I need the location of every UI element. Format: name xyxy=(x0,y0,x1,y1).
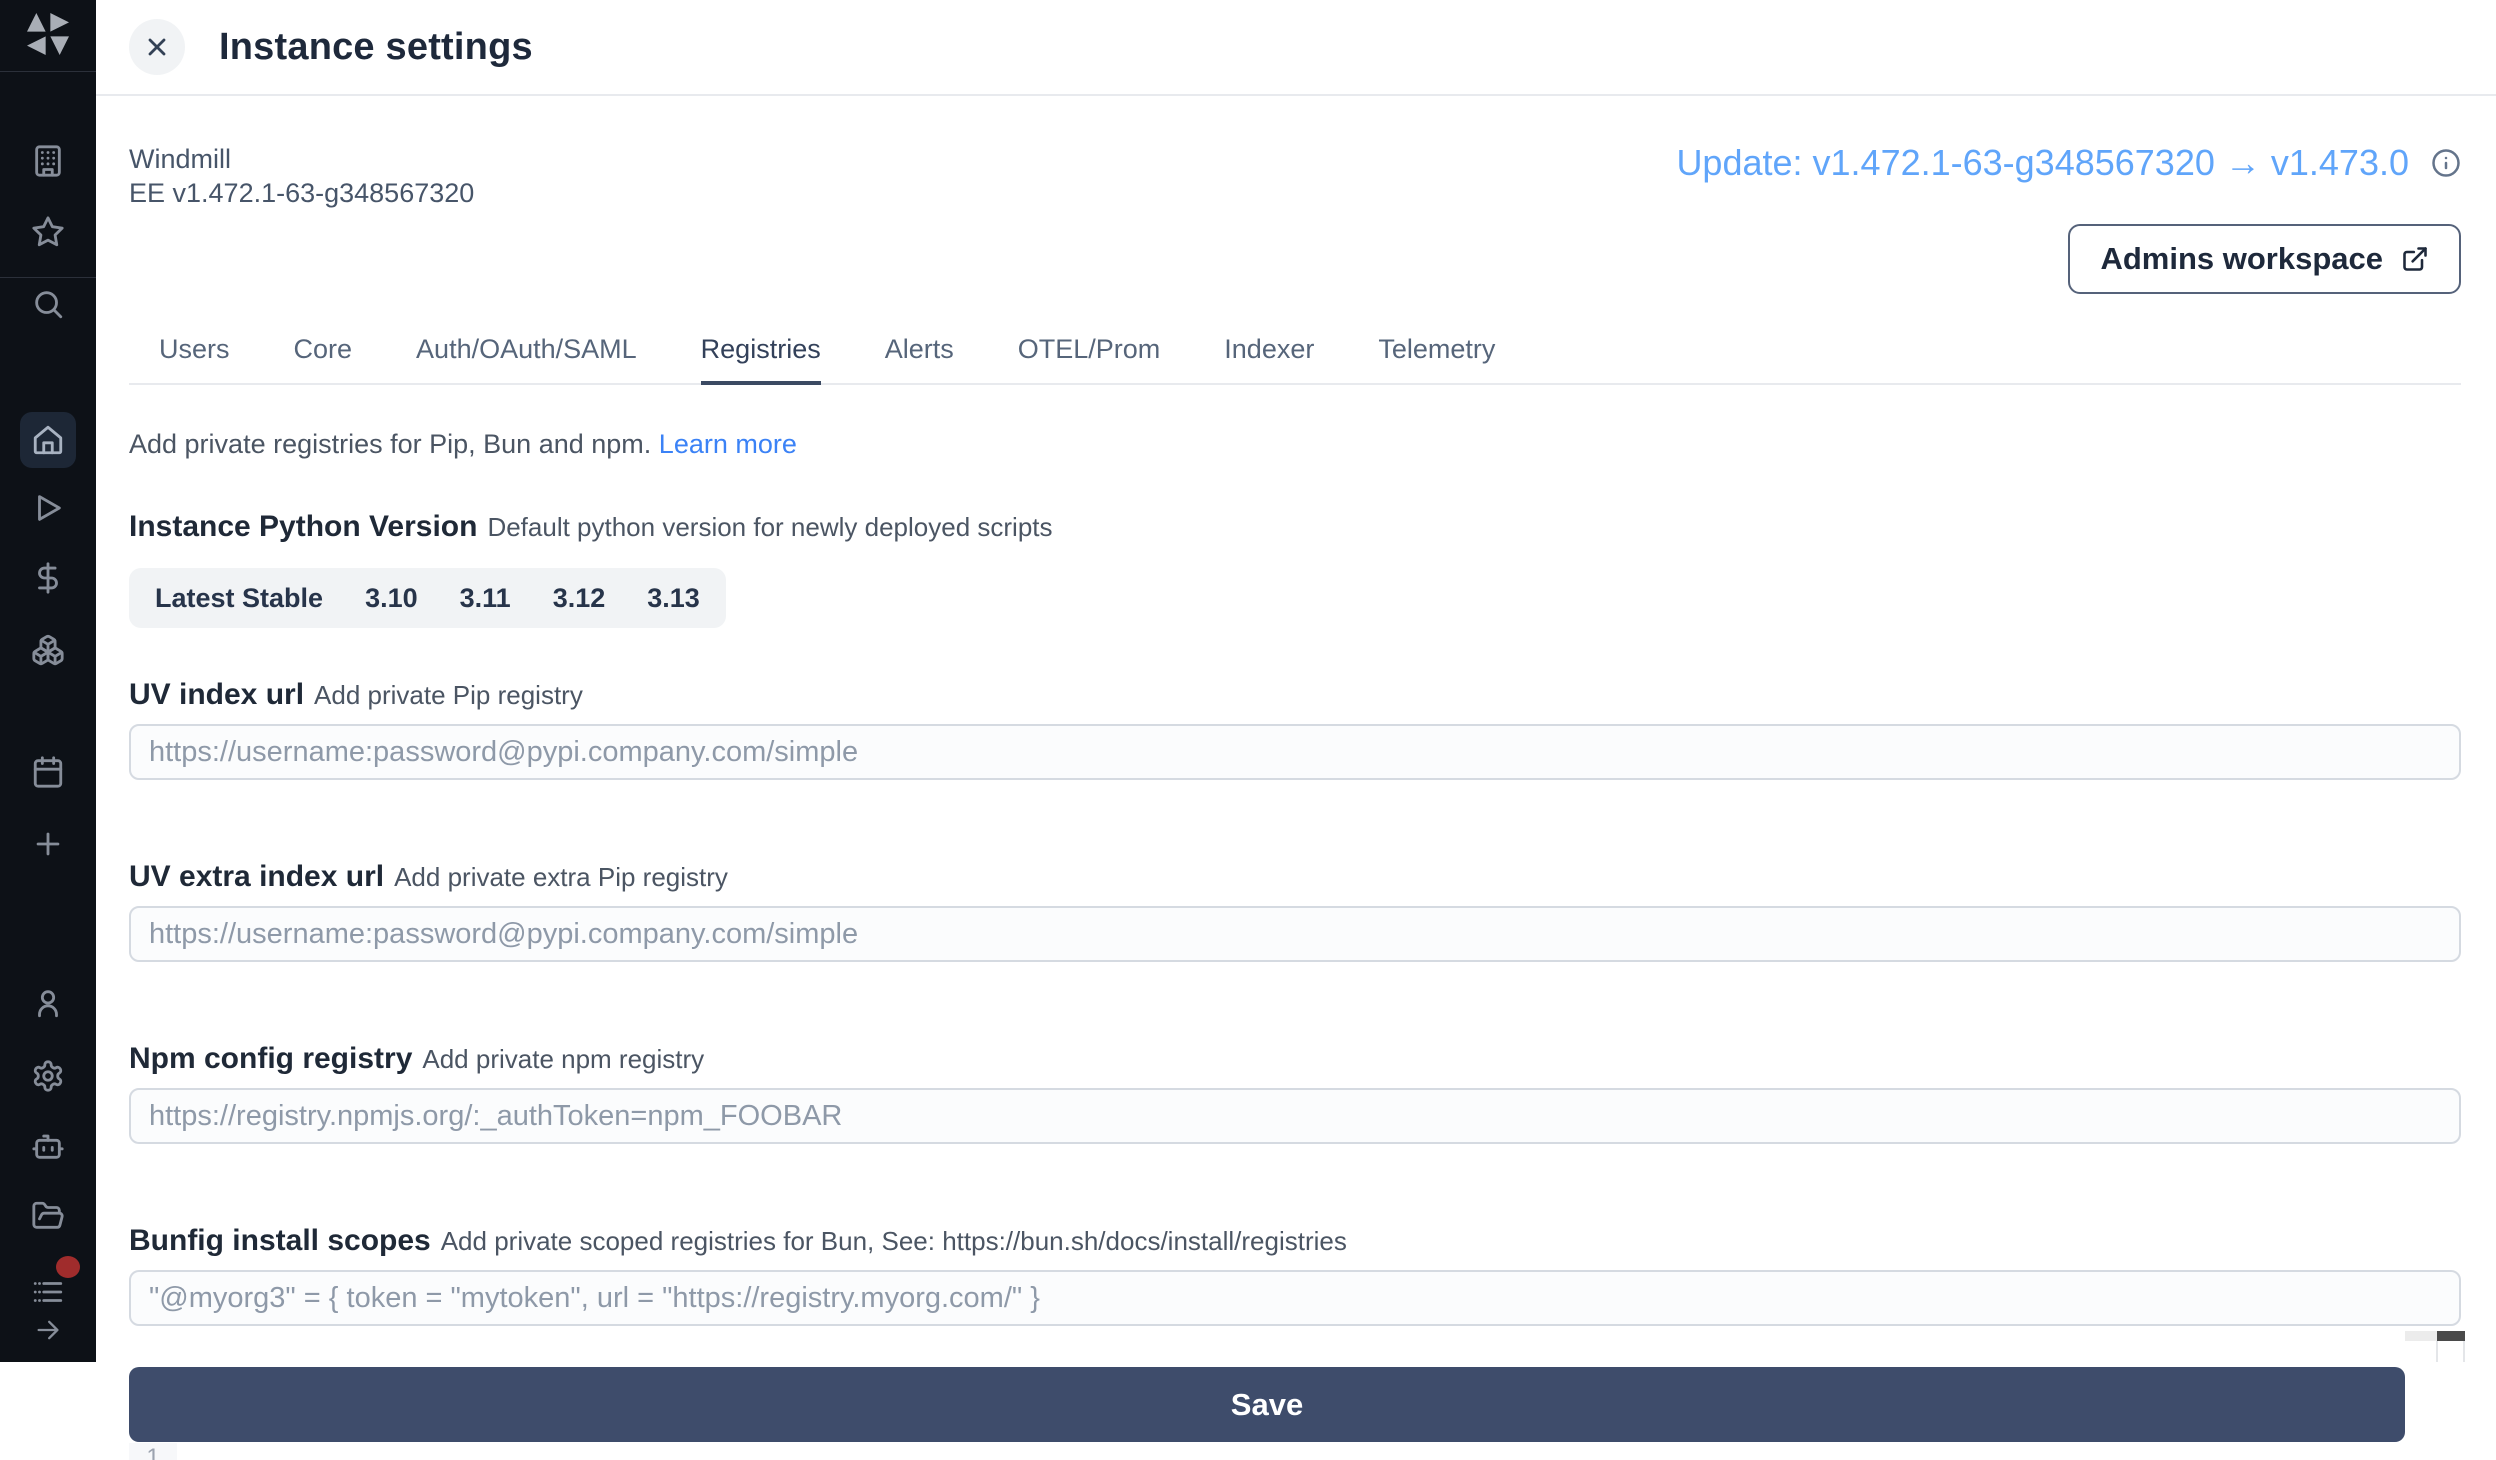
editor-border xyxy=(2463,1341,2465,1362)
settings-tabs: Users Core Auth/OAuth/SAML Registries Al… xyxy=(129,334,2461,385)
admins-workspace-button[interactable]: Admins workspace xyxy=(2068,224,2461,294)
npm-config-registry-label: Npm config registry xyxy=(129,1042,412,1075)
scrollbar-track xyxy=(2405,1331,2438,1341)
external-link-icon xyxy=(2401,245,2429,273)
editor-line-number-gutter: 1 xyxy=(129,1443,177,1460)
npm-config-registry-hint: Add private npm registry xyxy=(422,1044,704,1074)
product-name: Windmill xyxy=(129,142,474,176)
info-icon[interactable] xyxy=(2431,148,2461,178)
tab-registries[interactable]: Registries xyxy=(701,334,821,385)
favorites-star-icon[interactable] xyxy=(30,214,66,250)
python-option-3-10[interactable]: 3.10 xyxy=(365,583,418,614)
scrollbar-handle[interactable] xyxy=(2437,1331,2465,1341)
variables-dollar-icon[interactable] xyxy=(30,560,66,596)
sidebar-item-home[interactable] xyxy=(20,412,76,468)
workers-robot-icon[interactable] xyxy=(30,1128,66,1164)
sidebar xyxy=(0,0,96,1362)
user-icon[interactable] xyxy=(30,985,66,1021)
uv-index-url-input[interactable] xyxy=(129,724,2461,780)
close-icon[interactable] xyxy=(129,19,185,75)
workspace-building-icon[interactable] xyxy=(30,143,66,179)
python-option-3-11[interactable]: 3.11 xyxy=(460,583,511,614)
tab-core[interactable]: Core xyxy=(294,334,353,385)
editor-border xyxy=(2436,1341,2438,1362)
uv-index-url-hint: Add private Pip registry xyxy=(314,680,583,710)
learn-more-link[interactable]: Learn more xyxy=(659,429,797,459)
sidebar-divider xyxy=(0,277,96,278)
save-button[interactable]: Save xyxy=(129,1367,2405,1442)
update-version-link[interactable]: Update: v1.472.1-63-g348567320 → v1.473.… xyxy=(1676,142,2409,184)
folders-icon[interactable] xyxy=(30,1198,66,1234)
settings-gear-icon[interactable] xyxy=(30,1058,66,1094)
bunfig-install-scopes-input[interactable] xyxy=(129,1270,2461,1326)
edition-version: EE v1.472.1-63-g348567320 xyxy=(129,176,474,210)
python-version-selector: Latest Stable 3.10 3.11 3.12 3.13 xyxy=(129,568,726,628)
panel-header: Instance settings xyxy=(96,0,2496,96)
uv-extra-index-url-label: UV extra index url xyxy=(129,860,384,893)
instance-settings-panel: Instance settings Windmill EE v1.472.1-6… xyxy=(96,0,2496,1362)
tab-users[interactable]: Users xyxy=(159,334,230,385)
tab-indexer[interactable]: Indexer xyxy=(1224,334,1314,385)
sidebar-divider xyxy=(0,71,96,72)
python-version-title: Instance Python Version xyxy=(129,510,477,543)
queue-list-icon[interactable] xyxy=(30,1274,66,1310)
python-option-latest-stable[interactable]: Latest Stable xyxy=(155,583,323,614)
add-plus-icon[interactable] xyxy=(30,826,66,862)
resources-boxes-icon[interactable] xyxy=(30,632,66,668)
tab-telemetry[interactable]: Telemetry xyxy=(1378,334,1495,385)
uv-extra-index-url-input[interactable] xyxy=(129,906,2461,962)
python-version-subtitle: Default python version for newly deploye… xyxy=(487,512,1052,542)
bunfig-install-scopes-hint: Add private scoped registries for Bun, S… xyxy=(441,1226,1347,1256)
version-block: Windmill EE v1.472.1-63-g348567320 xyxy=(129,142,474,210)
windmill-logo-icon[interactable] xyxy=(20,6,76,62)
admins-workspace-label: Admins workspace xyxy=(2100,241,2383,277)
runs-play-icon[interactable] xyxy=(30,490,66,526)
python-option-3-12[interactable]: 3.12 xyxy=(553,583,606,614)
page-title: Instance settings xyxy=(219,26,533,69)
uv-index-url-label: UV index url xyxy=(129,678,304,711)
expand-arrow-right-icon[interactable] xyxy=(34,1316,62,1344)
registries-intro-text: Add private registries for Pip, Bun and … xyxy=(129,429,651,459)
bunfig-install-scopes-label: Bunfig install scopes xyxy=(129,1224,431,1257)
schedules-calendar-icon[interactable] xyxy=(30,754,66,790)
python-option-3-13[interactable]: 3.13 xyxy=(647,583,700,614)
tab-auth-oauth-saml[interactable]: Auth/OAuth/SAML xyxy=(416,334,637,385)
tab-alerts[interactable]: Alerts xyxy=(885,334,954,385)
tab-otel-prom[interactable]: OTEL/Prom xyxy=(1018,334,1161,385)
npm-config-registry-input[interactable] xyxy=(129,1088,2461,1144)
search-icon[interactable] xyxy=(30,286,66,322)
uv-extra-index-url-hint: Add private extra Pip registry xyxy=(394,862,728,892)
